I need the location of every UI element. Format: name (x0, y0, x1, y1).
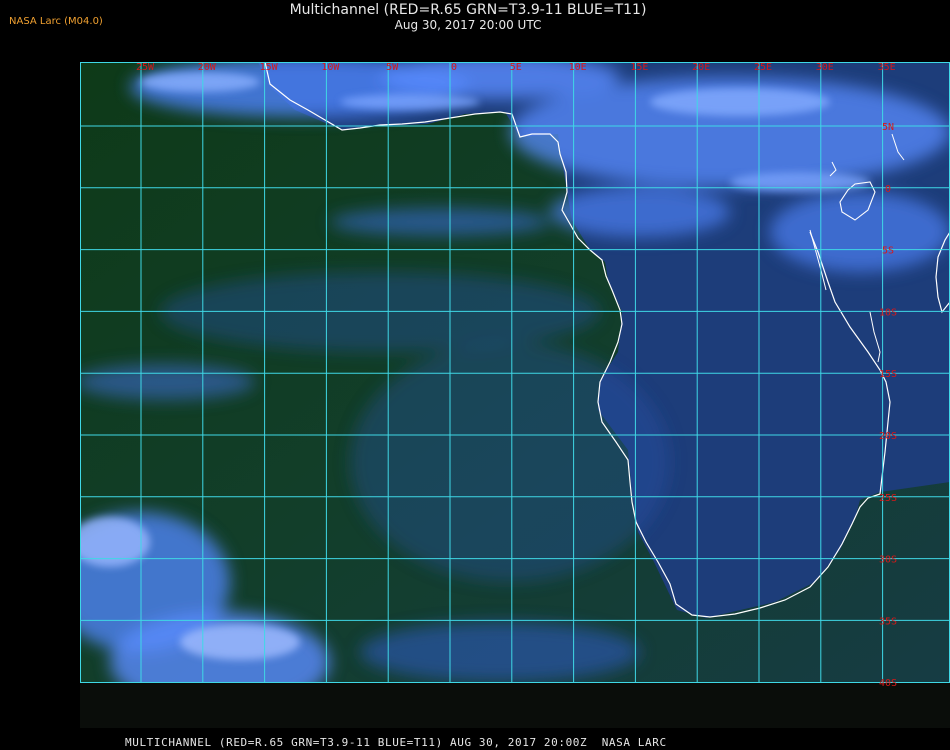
latitude-label: 20S (879, 431, 897, 442)
longitude-label: 15W (260, 62, 279, 73)
latitude-label: 25S (879, 493, 897, 504)
longitude-label: 0 (451, 62, 457, 73)
longitude-label: 5E (510, 62, 522, 73)
longitude-label: 30E (816, 62, 834, 73)
longitude-label: 10W (321, 62, 340, 73)
latitude-label: 5N (882, 122, 894, 133)
longitude-label: 25E (754, 62, 772, 73)
latitude-label: 15S (879, 369, 897, 380)
longitude-label: 5W (386, 62, 399, 73)
latitude-label: 35S (879, 616, 897, 627)
image-title: Multichannel (RED=R.65 GRN=T3.9-11 BLUE=… (289, 2, 647, 18)
latitude-label: 30S (879, 555, 897, 566)
longitude-label: 20W (198, 62, 217, 73)
longitude-label: 20E (692, 62, 710, 73)
longitude-label: 35E (878, 62, 896, 73)
longitude-label: 10E (569, 62, 587, 73)
satellite-image: 25W 20W 15W 10W 5W 0 5E 10E 15E 20E 25E 30E 35E 5N 0 5… (80, 62, 950, 728)
satellite-map: 25W 20W 15W 10W 5W 0 5E 10E 15E 20E 25E 30E 35E 5N 0 5… (80, 62, 950, 728)
footer-caption: MULTICHANNEL (RED=R.65 GRN=T3.9-11 BLUE=… (125, 736, 667, 749)
latitude-label: 10S (879, 307, 897, 318)
image-timestamp: Aug 30, 2017 20:00 UTC (394, 18, 542, 32)
latitude-label: 5S (882, 246, 894, 257)
latitude-label: 0 (885, 184, 891, 195)
longitude-label: 25W (136, 62, 155, 73)
longitude-label: 15E (630, 62, 648, 73)
latitude-label: 40S (879, 678, 897, 689)
